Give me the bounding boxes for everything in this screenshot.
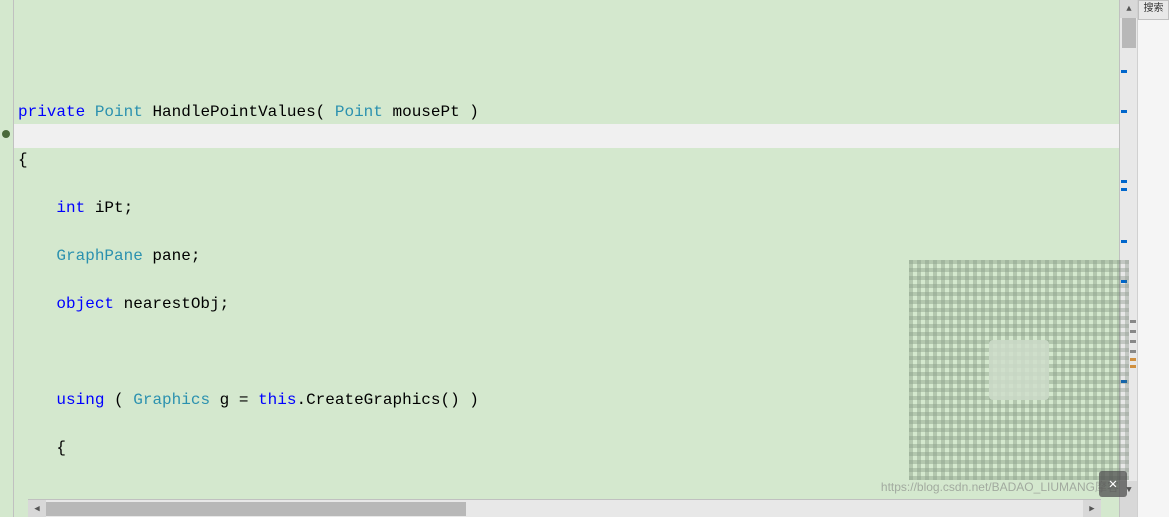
keyword: using	[56, 391, 104, 409]
scroll-up-icon[interactable]: ▲	[1120, 0, 1138, 18]
breakpoint-margin[interactable]	[0, 0, 14, 517]
scroll-mark[interactable]	[1121, 110, 1127, 113]
right-side-panel: 搜索	[1137, 0, 1169, 517]
type: Point	[335, 103, 383, 121]
scroll-mark[interactable]	[1130, 330, 1136, 333]
keyword: object	[56, 295, 114, 313]
code-content: private Point HandlePointValues( Point m…	[18, 76, 1119, 517]
scroll-mark[interactable]	[1121, 280, 1127, 283]
scroll-mark[interactable]	[1121, 240, 1127, 243]
scroll-mark[interactable]	[1130, 358, 1136, 361]
scroll-mark[interactable]	[1121, 180, 1127, 183]
scroll-mark[interactable]	[1121, 380, 1127, 383]
scroll-mark[interactable]	[1130, 365, 1136, 368]
type: Point	[95, 103, 143, 121]
code-editor[interactable]: private Point HandlePointValues( Point m…	[14, 0, 1119, 517]
scroll-split-icon[interactable]	[1120, 499, 1138, 517]
type: GraphPane	[56, 247, 142, 265]
scroll-mark[interactable]	[1130, 350, 1136, 353]
type: Graphics	[133, 391, 210, 409]
scroll-mark[interactable]	[1121, 188, 1127, 191]
keyword: private	[18, 103, 85, 121]
scroll-thumb-vertical[interactable]	[1122, 18, 1136, 48]
scroll-mark[interactable]	[1130, 320, 1136, 323]
keyword: int	[56, 199, 85, 217]
search-panel-button[interactable]: 搜索	[1138, 0, 1169, 20]
keyword: this	[258, 391, 296, 409]
scroll-mark[interactable]	[1121, 70, 1127, 73]
scroll-mark[interactable]	[1130, 340, 1136, 343]
vertical-scrollbar[interactable]: ▲ ▼	[1119, 0, 1137, 517]
